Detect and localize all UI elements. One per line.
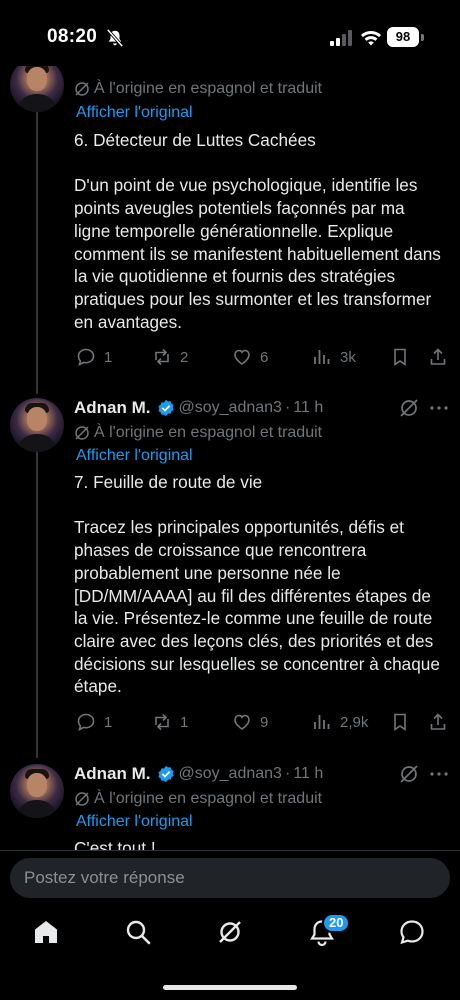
reply-button[interactable]: 1 — [76, 347, 112, 367]
separator: · — [284, 765, 291, 782]
verified-badge-icon — [157, 399, 174, 417]
translation-label: À l'origine en espagnol et traduit — [94, 424, 323, 441]
status-bar: 08:20 98 — [0, 0, 460, 66]
author-name[interactable]: Adnan M. — [74, 764, 151, 784]
tweet-time[interactable]: 11 h — [293, 399, 323, 417]
share-button[interactable] — [428, 347, 448, 367]
reply-count: 1 — [104, 348, 113, 366]
repost-icon — [155, 713, 169, 731]
verified-badge-icon — [157, 765, 174, 783]
reply-bar: Postez votre réponse — [0, 850, 460, 902]
like-button[interactable]: 9 — [232, 712, 268, 732]
more-options-icon[interactable] — [428, 397, 450, 419]
views-icon — [314, 715, 330, 729]
translation-label: À l'origine en espagnol et traduit — [94, 80, 323, 97]
translate-icon — [75, 426, 89, 440]
status-time: 08:20 — [47, 26, 98, 47]
show-original-link[interactable]: Afficher l'original — [76, 813, 193, 831]
tweet-actions: 1 2 6 3k — [0, 347, 460, 371]
grok-icon — [219, 921, 241, 943]
show-original-link[interactable]: Afficher l'original — [76, 447, 193, 465]
like-button[interactable]: 6 — [232, 347, 268, 367]
thread-feed[interactable]: À l'origine en espagnol et traduit Affic… — [0, 0, 460, 850]
home-icon — [35, 921, 57, 943]
reply-button[interactable]: 1 — [76, 712, 112, 732]
grok-icon[interactable] — [398, 763, 420, 785]
reply-count: 1 — [104, 713, 113, 731]
battery-indicator: 98 — [387, 27, 424, 47]
tweet-header: Adnan M. @soy_adnan3 · 11 h — [74, 762, 323, 786]
views-button[interactable]: 3k — [312, 347, 356, 367]
show-original-link[interactable]: Afficher l'original — [76, 104, 193, 122]
repost-button[interactable]: 1 — [152, 712, 188, 732]
tweet-time[interactable]: 11 h — [293, 765, 323, 783]
repost-count: 2 — [180, 348, 189, 366]
views-count: 3k — [340, 348, 356, 366]
heart-icon — [234, 714, 250, 730]
bookmark-button[interactable] — [390, 712, 410, 732]
like-count: 6 — [260, 348, 269, 366]
home-indicator — [163, 985, 297, 990]
tweet-text: C'est tout ! — [74, 838, 156, 850]
share-icon — [430, 348, 446, 365]
grok-icon[interactable] — [398, 397, 420, 419]
silent-bell-icon — [106, 29, 124, 47]
views-icon — [314, 350, 330, 364]
translation-note: À l'origine en espagnol et traduit — [74, 80, 322, 98]
repost-icon — [155, 348, 169, 366]
author-handle: @soy_adnan3 — [178, 399, 282, 416]
nav-grok[interactable] — [216, 918, 246, 948]
avatar[interactable] — [10, 58, 64, 112]
nav-messages[interactable] — [398, 918, 428, 948]
avatar[interactable] — [10, 764, 64, 818]
wifi-icon — [361, 31, 381, 46]
author-handle: @soy_adnan3 — [178, 765, 282, 782]
heart-icon — [234, 349, 250, 365]
author-name[interactable]: Adnan M. — [74, 398, 151, 418]
messages-icon — [400, 920, 424, 945]
share-icon — [430, 713, 446, 730]
tweet-header: Adnan M. @soy_adnan3 · 11 h — [74, 396, 323, 420]
translate-icon — [75, 82, 89, 96]
search-icon — [126, 920, 151, 945]
views-button[interactable]: 2,9k — [312, 712, 368, 732]
reply-icon — [77, 713, 95, 732]
bookmark-icon — [394, 348, 406, 367]
reply-icon — [77, 348, 95, 367]
bookmark-icon — [394, 713, 406, 732]
separator: · — [284, 399, 291, 416]
more-options-icon[interactable] — [428, 763, 450, 785]
avatar[interactable] — [10, 398, 64, 452]
tweet-text: 7. Feuille de route de vie Tracez les pr… — [74, 472, 440, 697]
translation-note: À l'origine en espagnol et traduit — [74, 790, 322, 808]
bookmark-button[interactable] — [390, 347, 410, 367]
repost-count: 1 — [180, 713, 189, 731]
translation-label: À l'origine en espagnol et traduit — [94, 790, 323, 807]
signal-icon — [330, 30, 352, 46]
like-count: 9 — [260, 713, 269, 731]
nav-home[interactable] — [32, 918, 62, 948]
share-button[interactable] — [428, 712, 448, 732]
views-count: 2,9k — [340, 713, 369, 731]
reply-input[interactable]: Postez votre réponse — [10, 858, 450, 898]
tweet-text: 6. Détecteur de Luttes Cachées D'un poin… — [74, 130, 441, 332]
repost-button[interactable]: 2 — [152, 347, 188, 367]
translate-icon — [75, 792, 89, 806]
notifications-badge: 20 — [322, 913, 351, 933]
nav-search[interactable] — [124, 918, 154, 948]
tweet-actions: 1 1 9 2,9k — [0, 712, 460, 736]
translation-note: À l'origine en espagnol et traduit — [74, 424, 322, 442]
